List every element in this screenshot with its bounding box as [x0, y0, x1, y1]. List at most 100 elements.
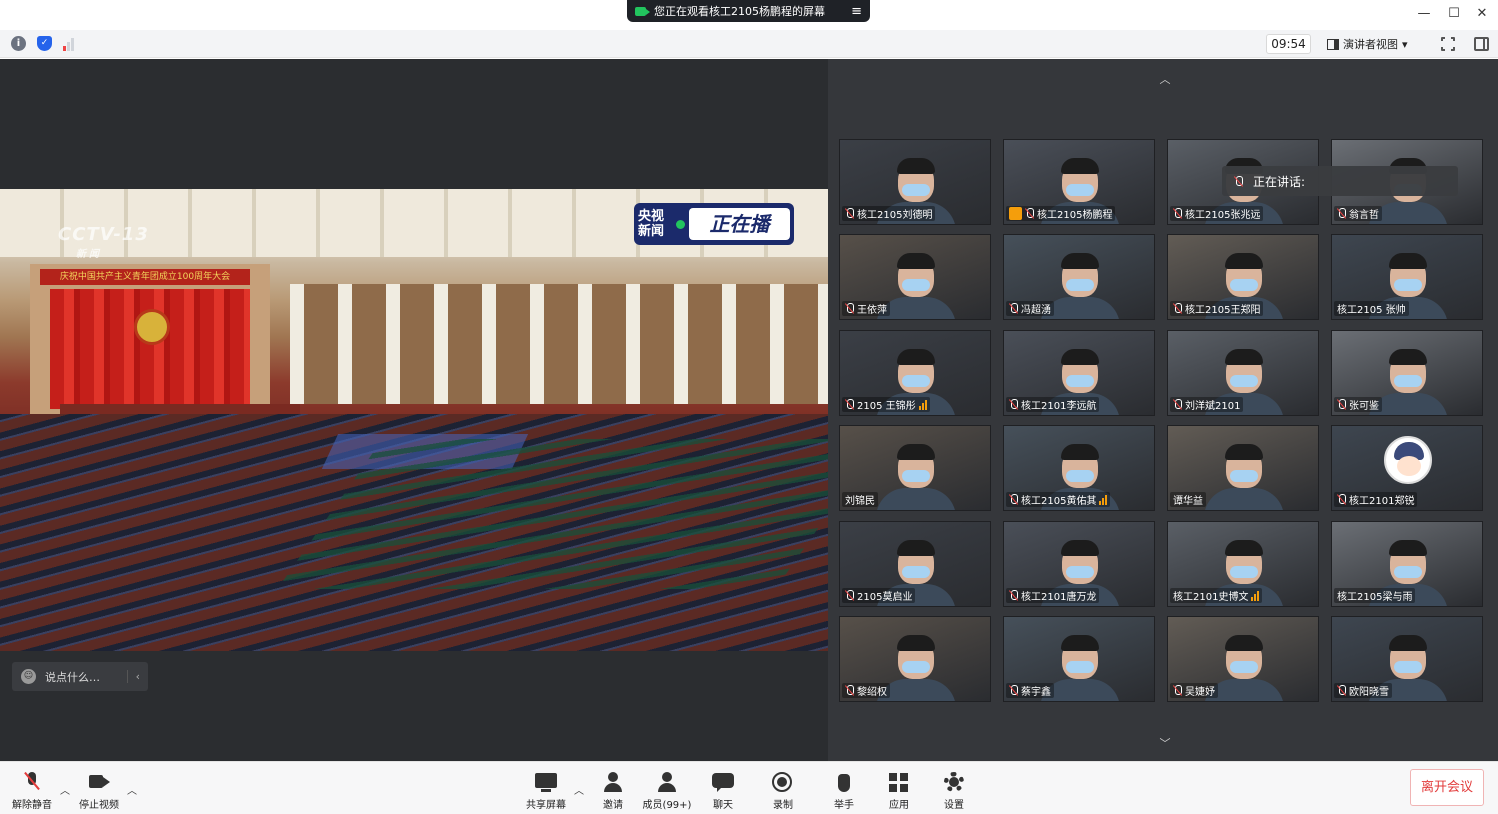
members-icon: [656, 772, 678, 792]
maximize-button[interactable]: ☐: [1444, 4, 1464, 24]
participant-video-hair: [1061, 349, 1099, 365]
participant-tile[interactable]: 核工2105 张帅: [1331, 234, 1483, 320]
participant-tile[interactable]: 谭华益: [1167, 425, 1319, 511]
share-screen-button[interactable]: 共享屏幕: [517, 770, 575, 814]
participant-label: 核工2105张兆远: [1170, 206, 1264, 221]
mic-muted-icon: [845, 399, 854, 410]
participant-name: 2105莫启业: [857, 592, 913, 603]
view-mode-selector[interactable]: 演讲者视图 ▾: [1327, 34, 1427, 54]
shield-icon[interactable]: ✓: [37, 36, 52, 51]
network-signal-icon: [1099, 494, 1108, 505]
meeting-window: 您正在观看核工2105杨鹏程的屏幕 ≡ — ☐ ✕ i ✓ 09:54 演讲者视…: [0, 0, 1498, 814]
participant-label: 核工2101唐万龙: [1006, 588, 1100, 603]
league-emblem: [134, 309, 170, 345]
participant-tile[interactable]: 2105莫启业: [839, 521, 991, 607]
red-flags: [50, 289, 250, 409]
info-icon[interactable]: i: [11, 36, 26, 51]
invite-icon: [602, 772, 624, 792]
participant-video-mask: [1066, 375, 1094, 387]
mic-muted-icon: [1337, 208, 1346, 219]
participant-video-mask: [1230, 470, 1258, 482]
participant-name: 黎绍权: [857, 687, 887, 698]
participant-video-mask: [1230, 375, 1258, 387]
scroll-up-icon[interactable]: ︿: [1158, 71, 1172, 86]
participant-tile[interactable]: 核工2105杨鹏程: [1003, 139, 1155, 225]
participant-tile[interactable]: 刘洋斌2101: [1167, 330, 1319, 416]
participant-name: 核工2101唐万龙: [1021, 592, 1097, 603]
unmute-button[interactable]: 解除静音: [3, 770, 61, 814]
participant-video-hair: [1389, 253, 1427, 269]
scroll-down-icon[interactable]: ﹀: [1158, 735, 1172, 750]
participant-tile[interactable]: 核工2101李远航: [1003, 330, 1155, 416]
participant-label: 吴婕妤: [1170, 683, 1218, 698]
participant-tile[interactable]: 核工2101史博文: [1167, 521, 1319, 607]
participant-tile[interactable]: 核工2105刘德明: [839, 139, 991, 225]
participant-tile[interactable]: 欧阳晓雪: [1331, 616, 1483, 702]
comment-placeholder[interactable]: 说点什么…: [45, 669, 100, 685]
meeting-toolbar: i ✓ 09:54 演讲者视图 ▾: [0, 30, 1498, 58]
participant-video-mask: [902, 661, 930, 673]
participant-tile[interactable]: 张可鉴: [1331, 330, 1483, 416]
participant-tile[interactable]: 核工2101郑锐: [1331, 425, 1483, 511]
participant-tile[interactable]: 吴婕妤: [1167, 616, 1319, 702]
mic-muted-icon: [1173, 685, 1182, 696]
fullscreen-icon[interactable]: [1440, 36, 1456, 52]
participant-label: 核工2101史博文: [1170, 588, 1263, 603]
collapse-icon[interactable]: ‹: [126, 670, 148, 683]
participant-tile[interactable]: 王依萍: [839, 234, 991, 320]
signal-icon[interactable]: [63, 36, 78, 51]
stop-video-button[interactable]: 停止视频: [70, 770, 128, 814]
video-options-chevron-icon[interactable]: ︿: [126, 782, 138, 797]
hall-columns: [290, 284, 828, 404]
video-camera-icon: [88, 772, 110, 792]
close-button[interactable]: ✕: [1472, 4, 1492, 24]
apps-button[interactable]: 应用: [870, 770, 928, 814]
participant-name: 核工2101郑锐: [1349, 496, 1415, 507]
participant-tile[interactable]: 2105 王锦彤: [839, 330, 991, 416]
participant-name: 核工2105刘德明: [857, 210, 933, 221]
participant-video-mask: [902, 566, 930, 578]
participant-label: 2105莫启业: [842, 588, 916, 603]
cctv-logo: CCTV-13 新闻: [58, 224, 149, 260]
mic-muted-icon: [1337, 399, 1346, 410]
record-button[interactable]: 录制: [754, 770, 812, 814]
invite-button[interactable]: 邀请: [584, 770, 642, 814]
raise-hand-button[interactable]: 举手: [815, 770, 873, 814]
comment-box[interactable]: ☺ 说点什么… ‹: [12, 662, 148, 691]
meeting-controls-bar: 解除静音 ︿ 停止视频 ︿ 共享屏幕 ︿ 邀请 成员(99+) 聊天 录制 举手…: [0, 761, 1498, 814]
participant-tile[interactable]: 核工2105梁与雨: [1331, 521, 1483, 607]
participant-label: 核工2101郑锐: [1334, 492, 1418, 507]
participant-tile[interactable]: 刘锦民: [839, 425, 991, 511]
sidebar-toggle-icon[interactable]: [1474, 37, 1489, 51]
participant-video-hair: [1225, 540, 1263, 556]
participant-name: 核工2101李远航: [1021, 401, 1097, 412]
settings-button[interactable]: 设置: [925, 770, 983, 814]
chat-icon: [712, 772, 734, 792]
participant-video-hair: [897, 444, 935, 460]
screen-share-banner[interactable]: 您正在观看核工2105杨鹏程的屏幕 ≡: [627, 0, 870, 22]
title-bar: 您正在观看核工2105杨鹏程的屏幕 ≡ — ☐ ✕: [0, 0, 1498, 30]
mic-icon: [1234, 175, 1243, 187]
participant-tile[interactable]: 冯超湧: [1003, 234, 1155, 320]
chat-button[interactable]: 聊天: [694, 770, 752, 814]
participant-tile[interactable]: 蔡宇鑫: [1003, 616, 1155, 702]
participant-video-mask: [1230, 279, 1258, 291]
apps-icon: [888, 772, 910, 792]
members-button[interactable]: 成员(99+): [638, 770, 696, 814]
participant-video-hair: [1225, 253, 1263, 269]
participant-name: 谭华益: [1173, 496, 1203, 507]
participant-tile[interactable]: 黎绍权: [839, 616, 991, 702]
participant-video-mask: [1394, 661, 1422, 673]
participant-tile[interactable]: 核工2105黄佑其: [1003, 425, 1155, 511]
participant-tile[interactable]: 核工2105王郑阳: [1167, 234, 1319, 320]
gear-icon: [943, 772, 965, 792]
menu-icon[interactable]: ≡: [851, 4, 862, 19]
shared-screen-pane: 庆祝中国共产主义青年团成立100周年大会 CCTV-13 新闻 央视 新闻 正在播…: [0, 59, 828, 761]
minimize-button[interactable]: —: [1414, 4, 1434, 24]
emoji-icon[interactable]: ☺: [21, 669, 36, 684]
mic-muted-icon: [1173, 208, 1182, 219]
leave-meeting-button[interactable]: 离开会议: [1410, 769, 1484, 806]
participant-video-hair: [1389, 635, 1427, 651]
participant-tile[interactable]: 核工2101唐万龙: [1003, 521, 1155, 607]
shared-video[interactable]: 庆祝中国共产主义青年团成立100周年大会 CCTV-13 新闻 央视 新闻 正在播…: [0, 189, 828, 651]
